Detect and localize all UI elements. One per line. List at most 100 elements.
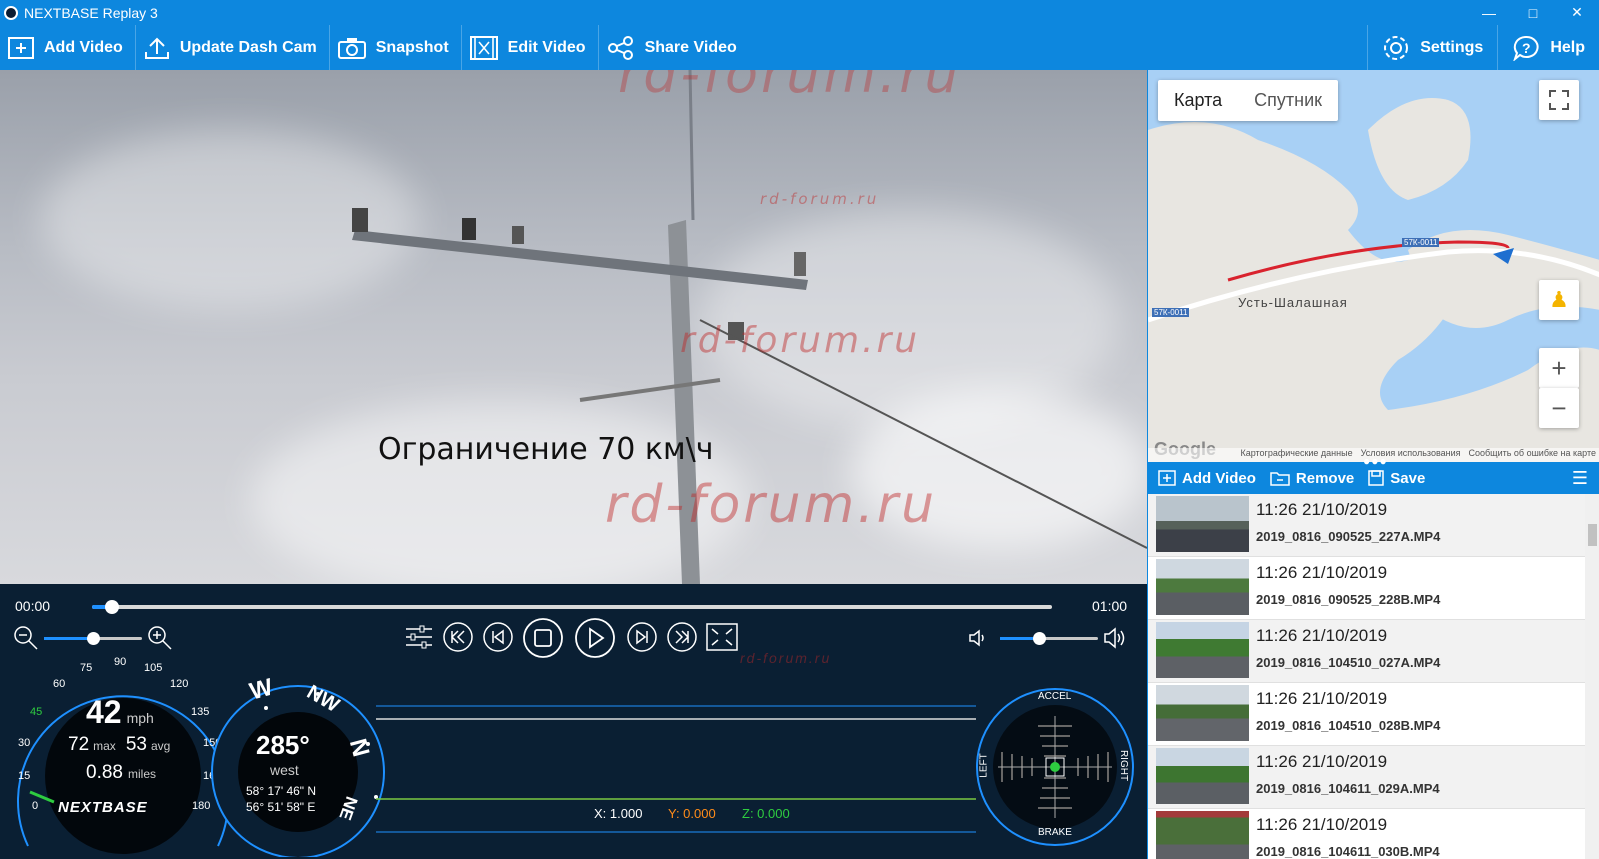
- app-logo-icon: [4, 5, 18, 20]
- video-timestamp: 11:26 21/10/2019: [1256, 815, 1388, 834]
- list-item[interactable]: 11:26 21/10/2019 2019_0816_104510_027A.M…: [1148, 620, 1585, 683]
- list-item[interactable]: 11:26 21/10/2019 2019_0816_104611_030B.M…: [1148, 809, 1585, 859]
- volume-slider-thumb[interactable]: [1033, 632, 1046, 645]
- maximize-icon[interactable]: □: [1511, 0, 1555, 25]
- folder-remove-icon: [1270, 472, 1290, 486]
- seek-bar[interactable]: [92, 600, 1052, 614]
- share-video-button[interactable]: Share Video: [599, 25, 749, 70]
- speed-tick-60: 60: [53, 678, 66, 690]
- list-item[interactable]: 11:26 21/10/2019 2019_0816_090525_228B.M…: [1148, 557, 1585, 620]
- gps-latitude: 58° 17' 46" N: [246, 784, 317, 798]
- skip-to-end-icon[interactable]: [666, 621, 698, 653]
- save-icon: [1368, 470, 1385, 486]
- zoom-slider[interactable]: [44, 632, 142, 645]
- minimize-icon[interactable]: —: [1467, 0, 1511, 25]
- tab-map[interactable]: Карта: [1158, 80, 1238, 121]
- map-report-link[interactable]: Сообщить об ошибке на карте: [1469, 448, 1596, 462]
- distance-unit: miles: [127, 767, 156, 781]
- distance-readout: 0.88 miles: [86, 762, 156, 784]
- add-video-button[interactable]: Add Video: [0, 25, 136, 70]
- map-view[interactable]: Карта Спутник ♟ + − Усть-Шалашная 57К-00…: [1148, 70, 1599, 462]
- video-watermark-bottom: rd-forum.ru: [605, 475, 938, 535]
- map-zoom-out-icon[interactable]: −: [1539, 388, 1579, 428]
- edit-video-button[interactable]: Edit Video: [462, 25, 599, 70]
- tab-satellite[interactable]: Спутник: [1238, 80, 1338, 121]
- upload-icon: [144, 37, 169, 59]
- stop-icon[interactable]: [522, 617, 564, 659]
- compass-heading: 285°: [256, 730, 310, 760]
- speed-tick-75: 75: [80, 662, 93, 674]
- skip-to-start-icon[interactable]: [442, 621, 474, 653]
- previous-icon[interactable]: [482, 621, 514, 653]
- volume-high-icon[interactable]: [1102, 624, 1130, 652]
- next-icon[interactable]: [626, 621, 658, 653]
- hamburger-menu-icon[interactable]: ☰: [1572, 468, 1588, 489]
- gforce-meter: [976, 688, 1134, 846]
- zoom-in-icon[interactable]: [146, 624, 174, 652]
- speed-tick-45: 45: [30, 706, 43, 718]
- resize-grip-icon[interactable]: ●●●: [1363, 454, 1388, 468]
- video-thumbnail: [1156, 811, 1249, 859]
- speed-unit: mph: [126, 710, 154, 726]
- help-button[interactable]: ? Help: [1497, 25, 1599, 70]
- map-fullscreen-icon[interactable]: [1539, 80, 1579, 120]
- right-panel: Карта Спутник ♟ + − Усть-Шалашная 57К-00…: [1147, 70, 1599, 859]
- video-frame[interactable]: rd-forum.ru rd-forum.ru rd-forum.ru rd-f…: [0, 70, 1147, 584]
- gps-longitude: 56° 51' 58" E: [246, 800, 316, 814]
- current-time: 00:00: [15, 598, 51, 614]
- playlist-save-button[interactable]: Save: [1368, 470, 1425, 487]
- speed-value: 42: [86, 694, 122, 730]
- list-item[interactable]: 11:26 21/10/2019 2019_0816_104611_029A.M…: [1148, 746, 1585, 809]
- zoom-slider-thumb[interactable]: [87, 632, 100, 645]
- duration-time: 01:00: [1092, 598, 1128, 614]
- playlist-remove-button[interactable]: Remove: [1270, 470, 1354, 487]
- gsensor-x-value: X: 1.000: [594, 806, 643, 821]
- seek-bar-thumb[interactable]: [105, 600, 119, 614]
- speed-tick-135: 135: [191, 706, 210, 718]
- close-icon[interactable]: ✕: [1555, 0, 1599, 25]
- settings-button[interactable]: Settings: [1367, 25, 1497, 70]
- list-item[interactable]: 11:26 21/10/2019 2019_0816_090525_227A.M…: [1148, 494, 1585, 557]
- fullscreen-icon[interactable]: [706, 622, 738, 652]
- video-filename: 2019_0816_104510_028B.MP4: [1256, 718, 1441, 733]
- edit-video-label: Edit Video: [507, 38, 586, 56]
- playback-controls: 00:00 01:00 0 15 30 45 60 75 90 105 120 …: [0, 584, 1147, 859]
- snapshot-button[interactable]: Snapshot: [330, 25, 462, 70]
- zoom-out-icon[interactable]: [12, 624, 40, 652]
- map-data-credit: Картографические данные: [1240, 448, 1353, 458]
- map-zoom-in-icon[interactable]: +: [1539, 348, 1579, 388]
- gsensor-z-value: Z: 0.000: [742, 806, 790, 821]
- film-edit-icon: [469, 35, 498, 60]
- speed-tick-30: 30: [18, 737, 31, 749]
- distance-value: 0.88: [86, 762, 123, 783]
- playlist-remove-label: Remove: [1295, 469, 1355, 487]
- volume-slider[interactable]: [1000, 632, 1098, 645]
- playlist-scrollbar[interactable]: [1585, 494, 1599, 859]
- update-dash-cam-button[interactable]: Update Dash Cam: [136, 25, 330, 70]
- scrollbar-thumb[interactable]: [1588, 524, 1597, 546]
- speed-readout: 42 mph: [86, 694, 154, 731]
- street-view-icon[interactable]: ♟: [1539, 280, 1579, 320]
- update-dash-cam-label: Update Dash Cam: [179, 38, 317, 56]
- adjust-sliders-icon[interactable]: [404, 622, 434, 652]
- playlist-add-video-button[interactable]: Add Video: [1158, 470, 1256, 487]
- gsensor-watermark: rd-forum.ru: [740, 650, 832, 666]
- max-speed-value: 72: [68, 734, 90, 755]
- share-icon: [607, 35, 633, 60]
- speed-tick-105: 105: [144, 662, 163, 674]
- play-icon[interactable]: [574, 617, 616, 659]
- snapshot-label: Snapshot: [375, 38, 449, 56]
- add-video-icon: [8, 36, 34, 59]
- app-window: NEXTBASE Replay 3 — □ ✕ Add Video Update…: [0, 0, 1599, 859]
- volume-low-icon[interactable]: [966, 626, 990, 650]
- video-filename: 2019_0816_104510_027A.MP4: [1256, 655, 1441, 670]
- video-timestamp: 11:26 21/10/2019: [1256, 500, 1388, 519]
- video-thumbnail: [1156, 496, 1249, 552]
- list-item[interactable]: 11:26 21/10/2019 2019_0816_104510_028B.M…: [1148, 683, 1585, 746]
- video-filename: 2019_0816_090525_228B.MP4: [1256, 592, 1441, 607]
- map-place-label: Усть-Шалашная: [1238, 295, 1348, 310]
- compass-direction: west: [270, 762, 299, 778]
- video-filename: 2019_0816_104611_030B.MP4: [1256, 844, 1440, 859]
- video-timestamp: 11:26 21/10/2019: [1256, 626, 1388, 645]
- nextbase-logo: NEXTBASE: [58, 799, 148, 816]
